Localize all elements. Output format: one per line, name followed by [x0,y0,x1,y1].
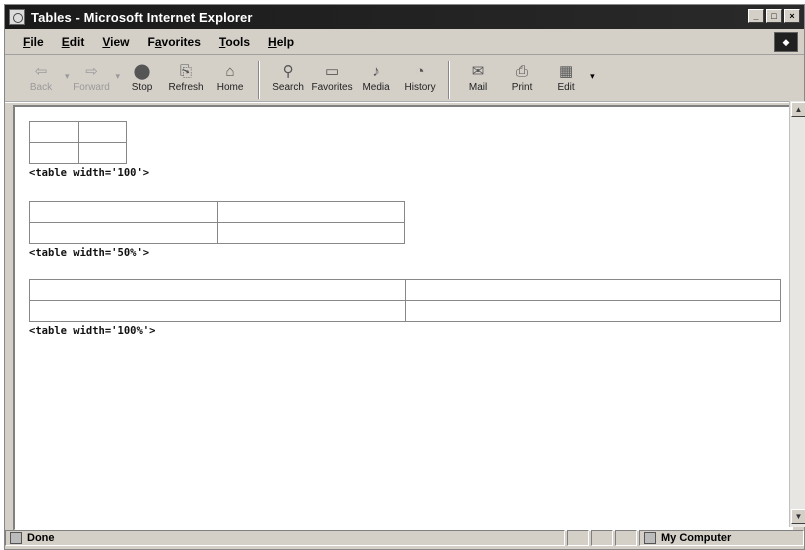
media-button[interactable]: ♪ Media [354,61,398,94]
status-text: Done [27,532,55,544]
scroll-up-button[interactable]: ▲ [791,102,805,117]
menu-bar: File Edit View Favorites Tools Help ◆ [5,29,804,55]
menu-file[interactable]: File [21,35,46,49]
media-icon: ♪ [372,62,380,80]
table-cell [29,300,406,322]
table-cell [29,201,218,223]
print-icon: ⎙ [516,62,529,80]
table-cell [29,121,79,143]
security-zone-panel: My Computer [639,530,804,546]
table-cell [29,279,406,301]
forward-button[interactable]: ⇨ Forward [70,61,114,93]
caption-width-100: <table width='100'> [29,167,150,179]
status-panel [615,530,637,546]
menu-help[interactable]: Help [266,35,296,49]
close-button[interactable]: × [784,9,800,23]
forward-arrow-icon: ⇨ [85,63,98,80]
scroll-down-button[interactable]: ▼ [791,509,805,524]
status-panel [591,530,613,546]
window-controls: _ □ × [748,9,800,23]
window-title: Tables - Microsoft Internet Explorer [31,9,253,25]
page-content: <table width='100'> <table width='50%'> … [13,105,793,531]
history-button[interactable]: ◔ History [398,61,442,94]
edit-button[interactable]: ▦ Edit [544,61,588,93]
table-cell [404,279,781,301]
search-icon: ⚲ [282,63,294,80]
table-cell [404,300,781,322]
stop-icon: ⬤ [133,63,151,80]
table-width-50-percent [29,201,405,244]
caption-width-100-percent: <table width='100%'> [29,325,156,337]
ie-logo-icon [9,9,25,25]
status-panel [567,530,589,546]
back-button[interactable]: ⇦ Back [19,61,63,93]
table-cell [29,222,218,244]
browser-window: Tables - Microsoft Internet Explorer _ □… [4,4,805,550]
windows-logo-icon: ◆ [774,32,798,52]
minimize-button[interactable]: _ [748,9,764,23]
menu-view[interactable]: View [100,35,131,49]
table-cell [29,142,79,164]
page-done-icon [10,532,22,544]
print-button[interactable]: ⎙ Print [500,61,544,94]
toolbar-separator [258,61,261,99]
menu-tools[interactable]: Tools [217,35,252,49]
table-width-100 [29,121,127,164]
edit-dropdown-arrow-icon[interactable]: ▾ [590,71,595,82]
back-arrow-icon: ⇦ [34,63,48,80]
home-button[interactable]: ⌂ Home [208,61,252,94]
menu-edit[interactable]: Edit [60,35,87,49]
refresh-button[interactable]: ⎘ Refresh [164,61,208,94]
table-cell [77,121,127,143]
refresh-icon: ⎘ [180,62,193,80]
mail-icon: ✉ [471,63,485,80]
table-cell [77,142,127,164]
menu-favorites[interactable]: Favorites [146,35,203,49]
my-computer-icon [644,532,656,544]
status-bar: Done My Computer [5,529,804,547]
table-width-100-percent [29,279,781,322]
home-icon: ⌂ [225,62,235,80]
favorites-button[interactable]: ▭ Favorites [310,61,354,93]
vertical-scrollbar[interactable]: ▲ ▼ [789,101,805,527]
table-cell [216,222,405,244]
maximize-button[interactable]: □ [766,9,782,23]
favorites-icon: ▭ [324,63,340,80]
standard-toolbar: ⇦ Back ▾ ⇨ Forward ▾ ⬤ Stop ⎘ Refresh ⌂ … [5,57,804,103]
stop-button[interactable]: ⬤ Stop [120,61,164,93]
status-text-panel: Done [5,530,565,546]
mail-button[interactable]: ✉ Mail [456,61,500,93]
edit-icon: ▦ [558,63,574,80]
title-bar: Tables - Microsoft Internet Explorer _ □… [5,5,804,29]
history-icon: ◔ [415,62,425,80]
table-cell [216,201,405,223]
caption-width-50-percent: <table width='50%'> [29,247,150,259]
search-button[interactable]: ⚲ Search [266,61,310,93]
zone-label: My Computer [661,532,732,544]
toolbar-separator [448,61,451,99]
